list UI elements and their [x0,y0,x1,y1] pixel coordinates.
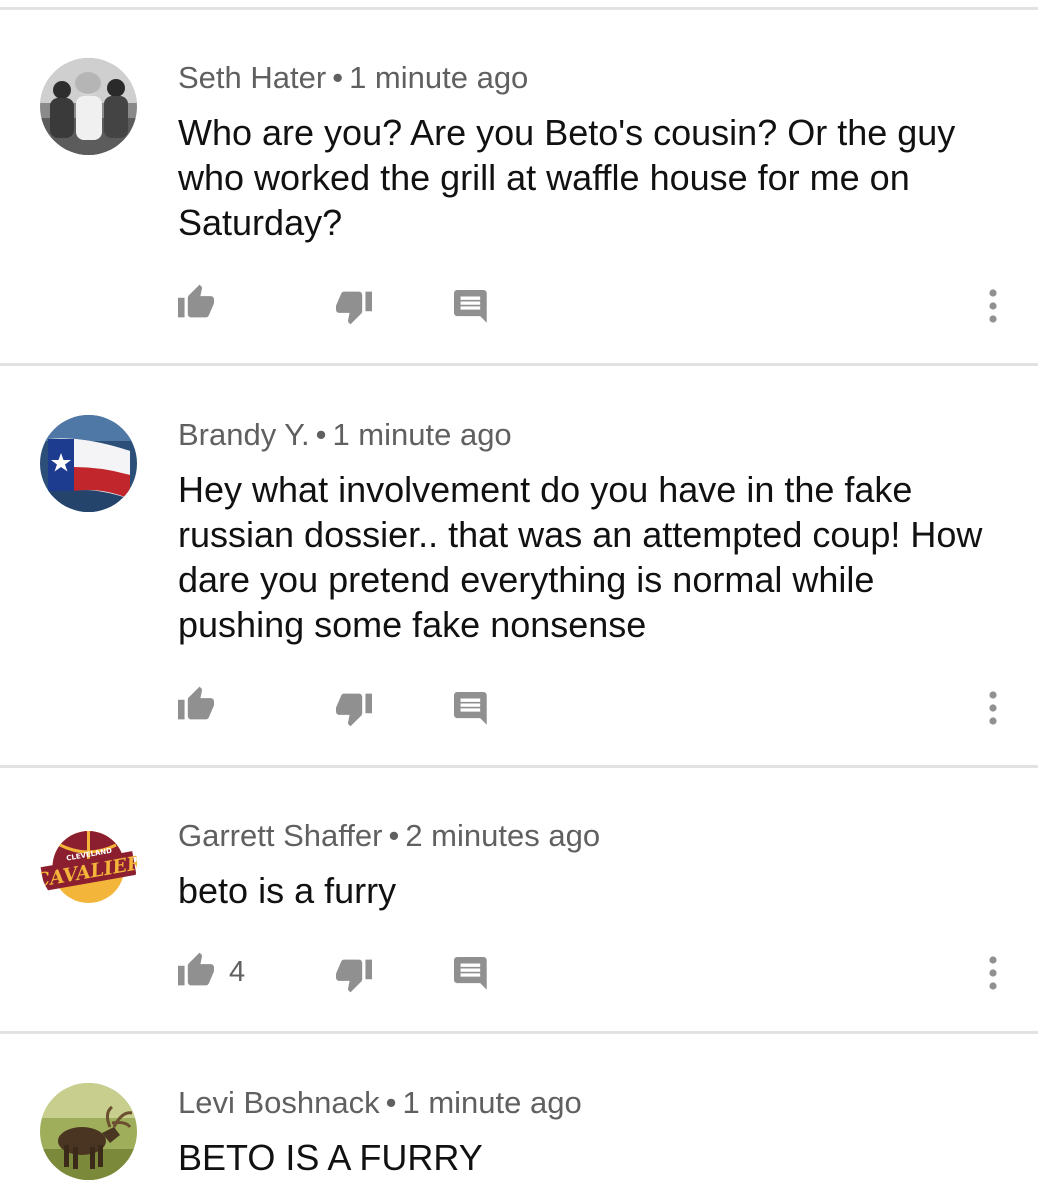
avatar[interactable] [40,58,137,155]
dislike-button[interactable] [334,692,374,728]
divider [0,765,1038,768]
comment-meta: Brandy Y. • 1 minute ago [178,417,512,453]
thumbs-down-icon [336,291,372,325]
divider [0,7,1038,10]
dislike-button[interactable] [334,290,374,326]
separator-dot: • [388,818,400,853]
comment-text: BETO IS A FURRY [178,1137,483,1178]
comment-meta: Levi Boshnack • 1 minute ago [178,1085,582,1121]
comment-text: Who are you? Are you Beto's cousin? Or t… [178,112,956,243]
comment-author[interactable]: Brandy Y. [178,417,310,452]
avatar[interactable] [40,1083,137,1180]
avatar[interactable]: CAVALIER CLEVELAND [40,815,137,912]
more-vertical-icon [989,691,997,725]
comment-author[interactable]: Garrett Shaffer [178,818,382,853]
more-options-button[interactable] [986,690,1000,726]
comment-text: beto is a furry [178,870,397,911]
thumbs-up-icon [178,284,214,318]
like-button[interactable] [176,951,216,987]
reply-button[interactable] [454,957,490,993]
separator-dot: • [385,1085,397,1120]
comment-author[interactable]: Levi Boshnack [178,1085,380,1120]
divider [0,1031,1038,1034]
reply-comment-icon [454,290,487,323]
comment-time[interactable]: 1 minute ago [349,60,528,95]
comment-author[interactable]: Seth Hater [178,60,326,95]
comment-time[interactable]: 1 minute ago [402,1085,581,1120]
thumbs-down-icon [336,959,372,993]
more-vertical-icon [989,289,997,323]
avatar[interactable] [40,415,137,512]
reply-button[interactable] [454,290,490,326]
thumbs-down-icon [336,693,372,727]
divider [0,363,1038,366]
separator-dot: • [332,60,344,95]
like-button[interactable] [176,283,216,319]
like-count: 4 [229,956,246,988]
more-options-button[interactable] [986,288,1000,324]
more-vertical-icon [989,956,997,990]
comment-meta: Garrett Shaffer • 2 minutes ago [178,818,600,854]
comment-time[interactable]: 2 minutes ago [405,818,600,853]
reply-comment-icon [454,957,487,990]
dislike-button[interactable] [334,958,374,994]
reply-comment-icon [454,692,487,725]
comment-time[interactable]: 1 minute ago [332,417,511,452]
comment-meta: Seth Hater • 1 minute ago [178,60,528,96]
thumbs-up-icon [178,686,214,720]
comment-text: Hey what involvement do you have in the … [178,469,983,645]
thumbs-up-icon [178,952,214,986]
like-button[interactable] [176,685,216,721]
separator-dot: • [315,417,327,452]
more-options-button[interactable] [986,955,1000,991]
reply-button[interactable] [454,692,490,728]
